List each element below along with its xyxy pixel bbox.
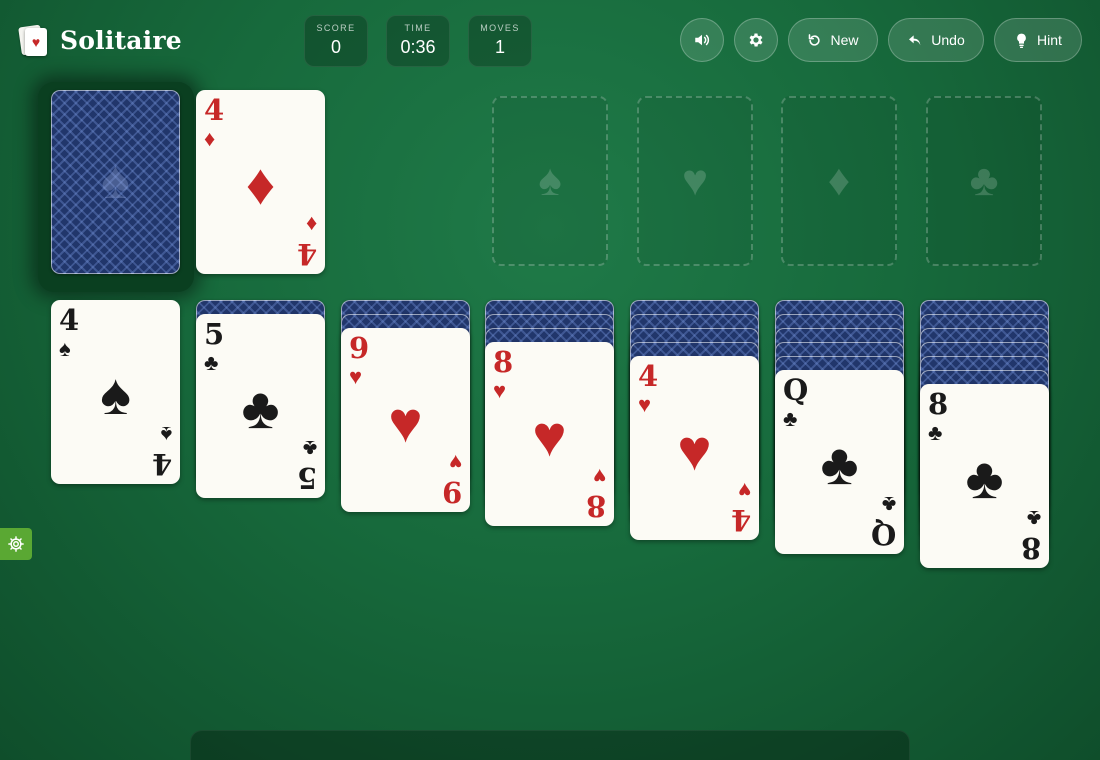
- diamond-icon: ♦: [827, 156, 851, 205]
- gear-icon: [8, 536, 24, 552]
- card-rank: 4: [59, 303, 80, 337]
- undo-button[interactable]: Undo: [888, 18, 984, 62]
- undo-arrow-icon: [909, 35, 921, 46]
- card-corner-bottom: 8 ♣: [1020, 506, 1041, 565]
- speaker-icon: [695, 34, 710, 46]
- card-suit-center: ♣: [820, 432, 859, 497]
- tableau-card[interactable]: 5 ♣ ♣ 5 ♣: [196, 314, 325, 498]
- hint-button-label: Hint: [1037, 32, 1062, 48]
- score-label: SCORE: [316, 23, 356, 33]
- club-icon: ♣: [969, 156, 999, 205]
- card-corner-bottom: 4 ♥: [730, 478, 751, 537]
- undo-button-label: Undo: [931, 32, 965, 48]
- spade-icon: ♠: [538, 156, 562, 205]
- cards-logo-icon: ♥: [18, 24, 48, 56]
- settings-button[interactable]: [734, 18, 778, 62]
- card-corner-bottom: Q ♣: [870, 492, 896, 551]
- card-suit-small: ♣: [204, 350, 219, 375]
- card-corner-bottom: 4 ♦: [296, 212, 317, 271]
- card-rank: 4: [638, 359, 659, 393]
- time-stat: TIME 0:36: [386, 15, 450, 67]
- heart-icon: ♥: [681, 156, 709, 205]
- card-suit-small: ♠: [59, 336, 71, 361]
- new-button-label: New: [830, 32, 859, 48]
- spade-emblem-icon: ♠: [101, 150, 130, 210]
- card-suit-center: ♣: [965, 446, 1004, 511]
- lightbulb-icon: [1017, 33, 1026, 48]
- waste-card[interactable]: 4 ♦ ♦ 4 ♦: [196, 90, 325, 274]
- tableau-card[interactable]: 8 ♣ ♣ 8 ♣: [920, 384, 1049, 568]
- score-stat: SCORE 0: [304, 15, 368, 67]
- sound-button[interactable]: [680, 18, 724, 62]
- card-suit-small: ♣: [928, 420, 943, 445]
- time-label: TIME: [404, 23, 432, 33]
- card-corner-bottom: 9 ♥: [441, 450, 462, 509]
- card-suit-small: ♦: [204, 126, 216, 151]
- card-corner-bottom: 8 ♥: [585, 464, 606, 523]
- moves-value: 1: [494, 37, 505, 57]
- tableau-card[interactable]: Q ♣ ♣ Q ♣: [775, 370, 904, 554]
- side-settings-button[interactable]: [0, 528, 32, 560]
- moves-stat: MOVES 1: [468, 15, 532, 67]
- card-suit-center: ♠: [100, 362, 131, 427]
- card-suit-center: ♥: [532, 404, 567, 469]
- card-rank: 9: [349, 331, 370, 365]
- card-corner-bottom: 5 ♣: [296, 436, 317, 495]
- bottom-panel: [190, 730, 910, 760]
- card-rank: 5: [204, 317, 225, 351]
- stock-pile[interactable]: ♠: [51, 90, 180, 274]
- moves-label: MOVES: [480, 23, 520, 33]
- card-rank: 4: [204, 93, 225, 127]
- new-game-button[interactable]: New: [788, 18, 878, 62]
- restart-icon: [809, 33, 821, 46]
- foundation-diamonds[interactable]: ♦: [781, 96, 897, 266]
- card-suit-center: ♣: [241, 376, 280, 441]
- card-suit-center: ♥: [677, 418, 712, 483]
- card-suit-small: ♣: [783, 406, 798, 431]
- card-corner-bottom: 4 ♠: [151, 422, 172, 481]
- tableau-card[interactable]: 9 ♥ ♥ 9 ♥: [341, 328, 470, 512]
- card-suit-center: ♦: [245, 152, 276, 217]
- gear-icon: [749, 33, 763, 47]
- tableau-card[interactable]: 8 ♥ ♥ 8 ♥: [485, 342, 614, 526]
- card-suit-center: ♥: [388, 390, 423, 455]
- tableau-card[interactable]: 4 ♠ ♠ 4 ♠: [51, 300, 180, 484]
- card-suit-small: ♥: [493, 378, 507, 403]
- score-value: 0: [330, 37, 341, 57]
- foundation-hearts[interactable]: ♥: [637, 96, 753, 266]
- card-suit-small: ♥: [638, 392, 652, 417]
- app-logo: ♥ Solitaire: [18, 24, 182, 56]
- foundation-spades[interactable]: ♠: [492, 96, 608, 266]
- card-suit-small: ♥: [349, 364, 363, 389]
- card-rank: 8: [928, 387, 949, 421]
- tableau-card[interactable]: 4 ♥ ♥ 4 ♥: [630, 356, 759, 540]
- card-rank: Q: [783, 373, 809, 407]
- hint-button[interactable]: Hint: [994, 18, 1082, 62]
- time-value: 0:36: [400, 37, 436, 57]
- card-rank: 8: [493, 345, 514, 379]
- foundation-clubs[interactable]: ♣: [926, 96, 1042, 266]
- app-title: Solitaire: [60, 25, 182, 55]
